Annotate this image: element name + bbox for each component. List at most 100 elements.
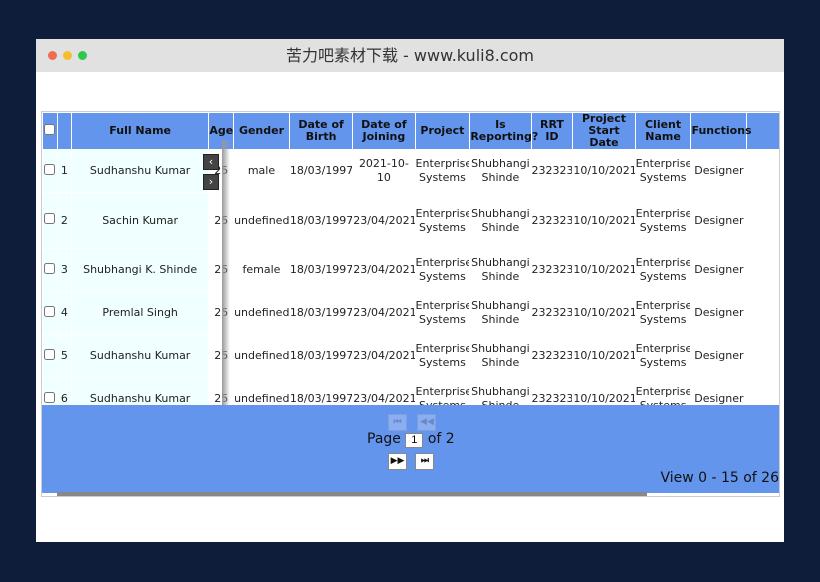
table-row[interactable]: 1Sudhanshu Kumar25male18/03/19972021-10-… xyxy=(43,150,779,192)
row-checkbox-cell xyxy=(43,292,57,334)
cell-name: Shubhangi K. Shinde xyxy=(71,249,209,291)
cell-name: Sachin Kumar xyxy=(71,193,209,248)
cell-doj: 23/04/2021 xyxy=(353,213,415,227)
column-header[interactable]: Date of Birth xyxy=(289,113,353,149)
cell-dob: 18/03/1997 xyxy=(289,213,353,227)
minimize-dot[interactable] xyxy=(63,51,72,60)
cell-gender: male xyxy=(247,164,276,177)
table-row[interactable]: 2Sachin Kumar25undefined18/03/199723/04/… xyxy=(43,193,779,248)
next-page-icon[interactable]: ▶▶ xyxy=(388,453,407,470)
chevron-left-icon[interactable]: ‹ xyxy=(203,154,219,170)
pager: ⏮ ◀◀ Page of 2 ▶▶ ⏭ View 0 - 15 of 26 xyxy=(42,405,779,493)
cell-client: Enterprise Systems xyxy=(635,342,691,369)
cell-functions: Designer xyxy=(694,263,744,276)
cell-doj: 23/04/2021 xyxy=(353,306,415,319)
column-header[interactable] xyxy=(43,113,57,149)
select-all-checkbox[interactable] xyxy=(44,124,56,135)
cell-dob: 18/03/1997 xyxy=(289,349,353,362)
row-checkbox-cell xyxy=(43,193,57,248)
table-row[interactable]: 5Sudhanshu Kumar25undefined18/03/199723/… xyxy=(43,335,779,377)
cell-psd: 10/10/2021 xyxy=(573,306,635,319)
column-header[interactable]: Gender xyxy=(234,113,289,149)
cell-reporting: Shubhangi Shinde xyxy=(471,157,530,184)
cell-project: Enterprise Systems xyxy=(415,256,470,283)
cell-reporting: Shubhangi Shinde xyxy=(471,256,530,283)
row-checkbox[interactable] xyxy=(44,262,56,274)
cell-functions: Designer xyxy=(694,349,744,362)
cell-name: Premlal Singh xyxy=(71,292,209,334)
column-header[interactable]: Is Reporting? xyxy=(470,113,538,149)
table-row[interactable]: 4Premlal Singh25undefined18/03/199723/04… xyxy=(43,292,779,334)
cell-project: Enterprise Systems xyxy=(415,206,470,234)
row-checkbox[interactable] xyxy=(44,348,56,360)
cell-project: Enterprise Systems xyxy=(415,157,470,184)
column-header[interactable]: Client Name xyxy=(635,113,691,149)
cell-psd: 10/10/2021 xyxy=(573,349,635,362)
cell-gender: undefined xyxy=(234,213,289,227)
cell-gender: female xyxy=(242,263,281,276)
cell-dob: 18/03/1997 xyxy=(289,306,353,319)
row-checkbox[interactable] xyxy=(44,213,56,224)
close-dot[interactable] xyxy=(48,51,57,60)
page-label: Page xyxy=(367,431,401,447)
cell-client: Enterprise Systems xyxy=(635,206,691,234)
column-header[interactable]: Primary xyxy=(747,113,779,149)
cell-primary: HTML, CSS, JAVASCRIPT, JAVA xyxy=(747,335,779,377)
row-checkbox[interactable] xyxy=(44,391,56,403)
cell-client: Enterprise Systems xyxy=(635,299,691,326)
column-header[interactable]: Functions xyxy=(691,113,752,149)
cell-gender: undefined xyxy=(234,349,289,362)
cell-doj: 23/04/2021 xyxy=(353,349,415,362)
cell-dob: 18/03/1997 xyxy=(289,164,353,177)
browser-window: 苦力吧素材下载 - www.kuli8.com Full Name Age Gend… xyxy=(36,39,784,542)
cell-project: Enterprise Systems xyxy=(415,342,470,369)
cell-num: 5 xyxy=(57,335,71,377)
window-title: 苦力吧素材下载 - www.kuli8.com xyxy=(285,46,535,65)
row-checkbox[interactable] xyxy=(44,163,56,175)
cell-functions: Designer xyxy=(694,164,744,177)
column-header[interactable]: Date of Joining xyxy=(353,113,415,149)
page-of-label: of 2 xyxy=(427,431,455,447)
cell-num: 2 xyxy=(57,193,71,248)
row-checkbox-cell xyxy=(43,335,57,377)
cell-primary: HTML, CSS, JAVASCRIPT, JAVASCRIPT, JA SQ… xyxy=(747,193,779,248)
cell-reporting: Shubhangi Shinde xyxy=(471,299,530,326)
column-header[interactable]: Project Start Date xyxy=(573,113,635,149)
horizontal-scrollbar[interactable] xyxy=(57,492,647,496)
cell-psd: 10/10/2021 xyxy=(573,164,635,177)
cell-num: 4 xyxy=(57,292,71,334)
view-count: View 0 - 15 of 26 xyxy=(660,470,779,486)
header-row: Full Name Age Gender Date of Birth Date of J… xyxy=(43,113,779,149)
data-grid: Full Name Age Gender Date of Birth Date of J… xyxy=(41,111,780,497)
cell-rrt: 232323 xyxy=(531,164,573,177)
first-page-icon[interactable]: ⏮ xyxy=(388,414,407,431)
cell-name: Sudhanshu Kumar xyxy=(71,150,209,192)
column-header[interactable]: Project xyxy=(415,113,470,149)
last-page-icon[interactable]: ⏭ xyxy=(415,453,435,470)
cell-client: Enterprise Systems xyxy=(635,256,691,283)
cell-name: Sudhanshu Kumar xyxy=(71,335,209,377)
cell-client: Enterprise Systems xyxy=(635,157,691,184)
cell-primary: HTML, CSS, JAVASCRIPT, JAVA xyxy=(747,249,779,291)
cell-psd: 10/10/2021 xyxy=(573,263,635,276)
cell-dob: 18/03/1997 xyxy=(289,263,353,276)
title-bar: 苦力吧素材下载 - www.kuli8.com xyxy=(36,39,784,72)
grid-table: Full Name Age Gender Date of Birth Date of J… xyxy=(42,112,779,421)
cell-num: 1 xyxy=(57,150,71,192)
table-row[interactable]: 3Shubhangi K. Shinde25female18/03/199723… xyxy=(43,249,779,291)
row-checkbox[interactable] xyxy=(44,305,56,317)
column-header[interactable] xyxy=(57,113,71,149)
page-input[interactable] xyxy=(405,432,424,448)
cell-functions: Designer xyxy=(694,213,744,227)
prev-page-icon[interactable]: ◀◀ xyxy=(417,414,437,431)
chevron-right-icon[interactable]: › xyxy=(203,174,219,190)
cell-rrt: 232323 xyxy=(531,306,573,319)
row-checkbox-cell xyxy=(43,249,57,291)
column-header[interactable]: Full Name xyxy=(71,113,209,149)
maximize-dot[interactable] xyxy=(78,51,87,60)
frozen-shadow xyxy=(222,140,230,405)
cell-primary: HTML, CSS, JAVASCRIPT, JAVA xyxy=(747,292,779,334)
cell-psd: 10/10/2021 xyxy=(573,213,635,227)
cell-reporting: Shubhangi Shinde xyxy=(471,206,530,234)
cell-rrt: 232323 xyxy=(531,349,573,362)
